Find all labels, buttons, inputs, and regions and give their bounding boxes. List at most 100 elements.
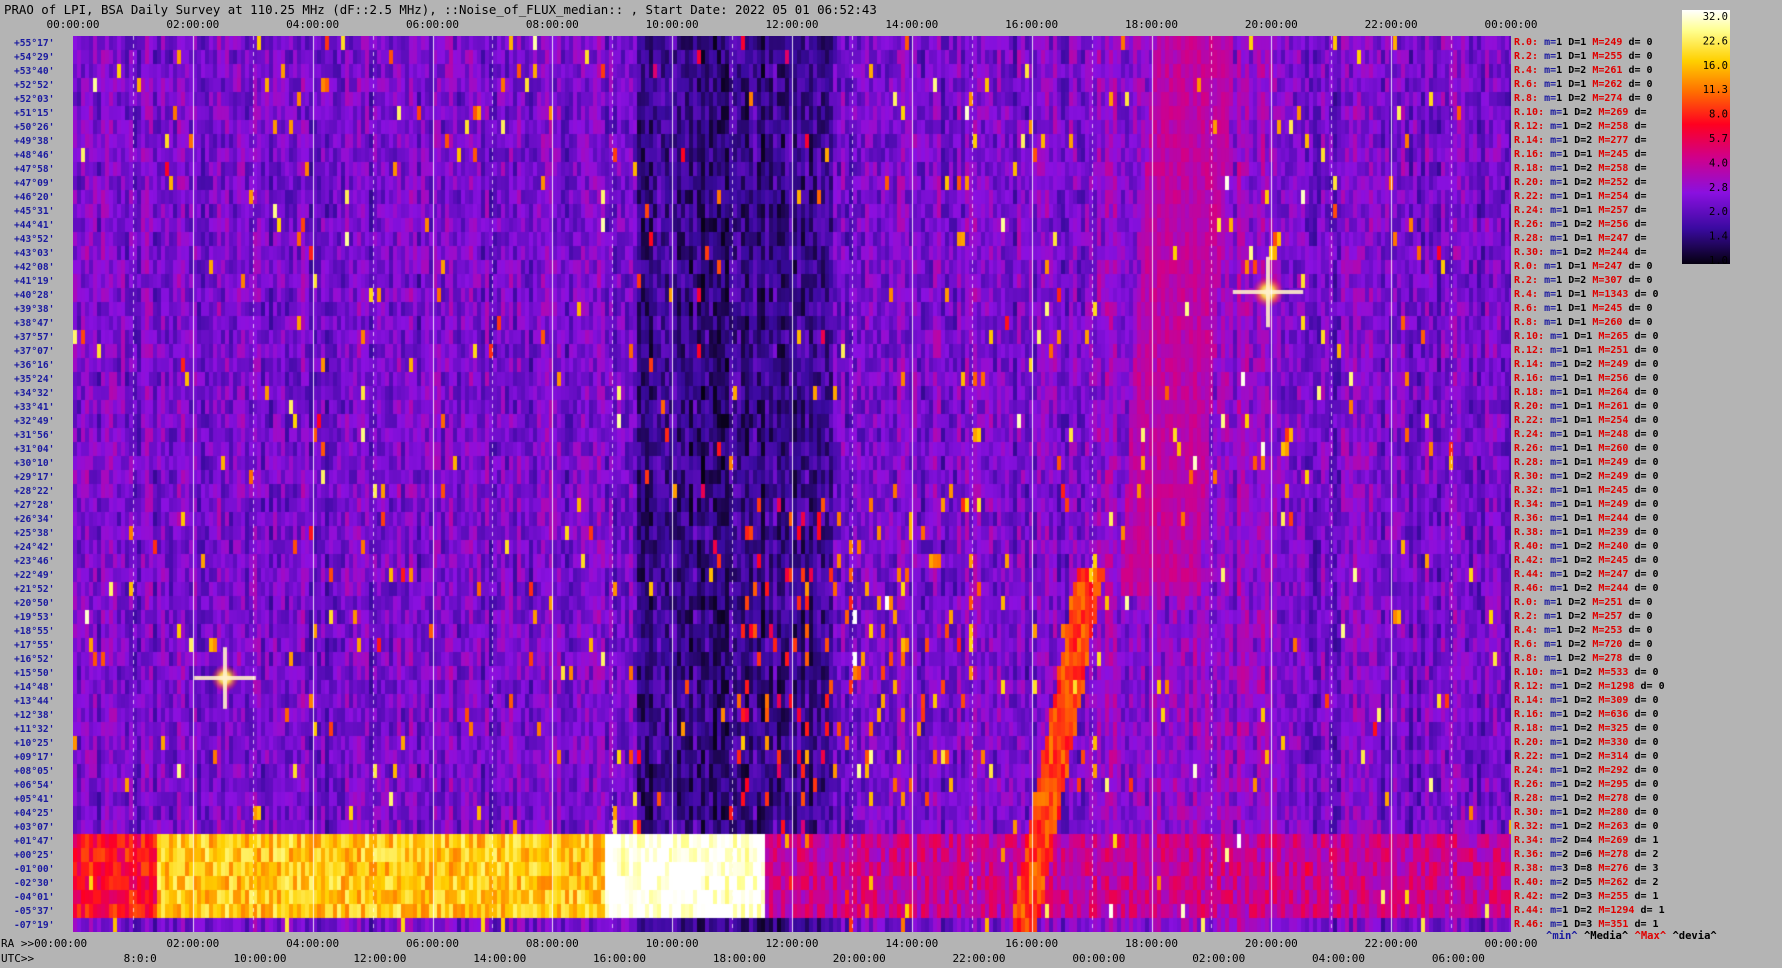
row-label: R.42: bbox=[1514, 891, 1545, 902]
max-value: 269 bbox=[1610, 107, 1629, 118]
max-value: 351 bbox=[1610, 919, 1629, 930]
devia-label: d= bbox=[1628, 919, 1653, 930]
min-label: m= bbox=[1544, 93, 1557, 104]
max-value: 255 bbox=[1610, 891, 1629, 902]
devia-value: 0 bbox=[1652, 821, 1659, 832]
media-label: D= bbox=[1568, 681, 1587, 692]
colorbar-value: 2.8 bbox=[1709, 182, 1728, 194]
legend-media: ^Media^ bbox=[1583, 930, 1629, 942]
max-label: M= bbox=[1586, 625, 1605, 636]
stat-row: R.2: m=1 D=2 M=257 d= 0 bbox=[1514, 611, 1653, 622]
declination-label: -07°19' bbox=[14, 919, 55, 931]
max-label: M= bbox=[1592, 443, 1611, 454]
declination-label: +37°57' bbox=[14, 331, 55, 343]
min-label: m= bbox=[1544, 79, 1557, 90]
min-label: m= bbox=[1550, 863, 1563, 874]
max-label: M= bbox=[1592, 471, 1611, 482]
devia-label: d= bbox=[1628, 457, 1653, 468]
devia-value: 0 bbox=[1652, 471, 1659, 482]
stat-row: R.24: m=1 D=1 M=248 d= 0 bbox=[1514, 429, 1659, 440]
devia-value: 2 bbox=[1652, 849, 1659, 860]
min-label: m= bbox=[1550, 429, 1563, 440]
row-label: R.24: bbox=[1514, 205, 1545, 216]
top-tick-label: 12:00:00 bbox=[765, 18, 819, 31]
utc-tick-label: 00:00:00 bbox=[1072, 952, 1126, 965]
max-value: 245 bbox=[1610, 555, 1629, 566]
stat-row: R.20: m=1 D=1 M=261 d= 0 bbox=[1514, 401, 1659, 412]
utc-tick-label: 8:0:0 bbox=[123, 952, 157, 965]
max-value: 330 bbox=[1610, 737, 1629, 748]
devia-label: d= bbox=[1622, 597, 1647, 608]
max-label: M= bbox=[1592, 849, 1611, 860]
min-label: m= bbox=[1550, 667, 1563, 678]
devia-label: d= bbox=[1628, 135, 1647, 146]
devia-label: d= bbox=[1628, 499, 1653, 510]
min-label: m= bbox=[1550, 401, 1563, 412]
min-label: m= bbox=[1550, 695, 1563, 706]
max-value: 256 bbox=[1610, 373, 1629, 384]
declination-label: +35°24' bbox=[14, 373, 55, 385]
media-label: D= bbox=[1562, 51, 1581, 62]
max-value: 325 bbox=[1610, 723, 1629, 734]
declination-label: +47°09' bbox=[14, 177, 55, 189]
max-label: M= bbox=[1592, 247, 1611, 258]
colorbar-value: 5.7 bbox=[1709, 133, 1728, 145]
max-label: M= bbox=[1592, 359, 1611, 370]
media-label: D= bbox=[1568, 471, 1587, 482]
utc-tick-label: 04:00:00 bbox=[1312, 952, 1366, 965]
stat-row: R.16: m=1 D=1 M=256 d= 0 bbox=[1514, 373, 1659, 384]
devia-label: d= bbox=[1622, 37, 1647, 48]
ra-axis-label: RA >>00:00:00 bbox=[1, 937, 88, 950]
max-value: 1298 bbox=[1610, 681, 1635, 692]
devia-label: d= bbox=[1628, 247, 1647, 258]
ra-tick-label: 16:00:00 bbox=[1005, 937, 1059, 950]
max-value: 277 bbox=[1610, 135, 1629, 146]
declination-label: +26°34' bbox=[14, 513, 55, 525]
stat-row: R.12: m=1 D=1 M=251 d= 0 bbox=[1514, 345, 1659, 356]
max-value: 251 bbox=[1604, 597, 1623, 608]
devia-value: 0 bbox=[1646, 639, 1653, 650]
max-value: 249 bbox=[1604, 37, 1623, 48]
row-label: R.24: bbox=[1514, 765, 1545, 776]
devia-label: d= bbox=[1622, 275, 1647, 286]
devia-label: d= bbox=[1628, 289, 1653, 300]
devia-value: 0 bbox=[1652, 289, 1659, 300]
stat-row: R.12: m=1 D=2 M=1298 d= 0 bbox=[1514, 681, 1665, 692]
ra-tick-label: 22:00:00 bbox=[1364, 937, 1418, 950]
declination-label: +27°28' bbox=[14, 499, 55, 511]
stat-row: R.34: m=2 D=4 M=269 d= 1 bbox=[1514, 835, 1659, 846]
min-label: m= bbox=[1550, 205, 1563, 216]
utc-tick-label: 10:00:00 bbox=[233, 952, 287, 965]
declination-label: +52°52' bbox=[14, 79, 55, 91]
max-label: M= bbox=[1586, 653, 1605, 664]
top-tick-label: 00:00:00 bbox=[46, 18, 100, 31]
devia-label: d= bbox=[1628, 401, 1653, 412]
min-label: m= bbox=[1550, 499, 1563, 510]
media-label: D= bbox=[1568, 387, 1587, 398]
max-value: 254 bbox=[1610, 191, 1629, 202]
devia-value: 0 bbox=[1652, 373, 1659, 384]
row-label: R.22: bbox=[1514, 191, 1545, 202]
devia-label: d= bbox=[1628, 765, 1653, 776]
devia-value: 0 bbox=[1652, 723, 1659, 734]
min-label: m= bbox=[1550, 247, 1563, 258]
max-label: M= bbox=[1592, 219, 1611, 230]
row-label: R.18: bbox=[1514, 387, 1545, 398]
stat-row: R.34: m=1 D=1 M=249 d= 0 bbox=[1514, 499, 1659, 510]
utc-tick-label: 20:00:00 bbox=[832, 952, 886, 965]
max-label: M= bbox=[1592, 737, 1611, 748]
max-value: 257 bbox=[1610, 205, 1629, 216]
devia-label: d= bbox=[1628, 331, 1653, 342]
stat-row: R.26: m=1 D=2 M=295 d= 0 bbox=[1514, 779, 1659, 790]
row-label: R.12: bbox=[1514, 681, 1545, 692]
max-value: 252 bbox=[1610, 177, 1629, 188]
devia-label: d= bbox=[1628, 849, 1653, 860]
declination-label: -01°00' bbox=[14, 863, 55, 875]
colorbar-value: 22.6 bbox=[1703, 35, 1728, 47]
declination-label: +48°46' bbox=[14, 149, 55, 161]
media-label: D= bbox=[1568, 709, 1587, 720]
max-label: M= bbox=[1592, 499, 1611, 510]
max-label: M= bbox=[1592, 513, 1611, 524]
declination-label: +16°52' bbox=[14, 653, 55, 665]
devia-value: 0 bbox=[1652, 667, 1659, 678]
